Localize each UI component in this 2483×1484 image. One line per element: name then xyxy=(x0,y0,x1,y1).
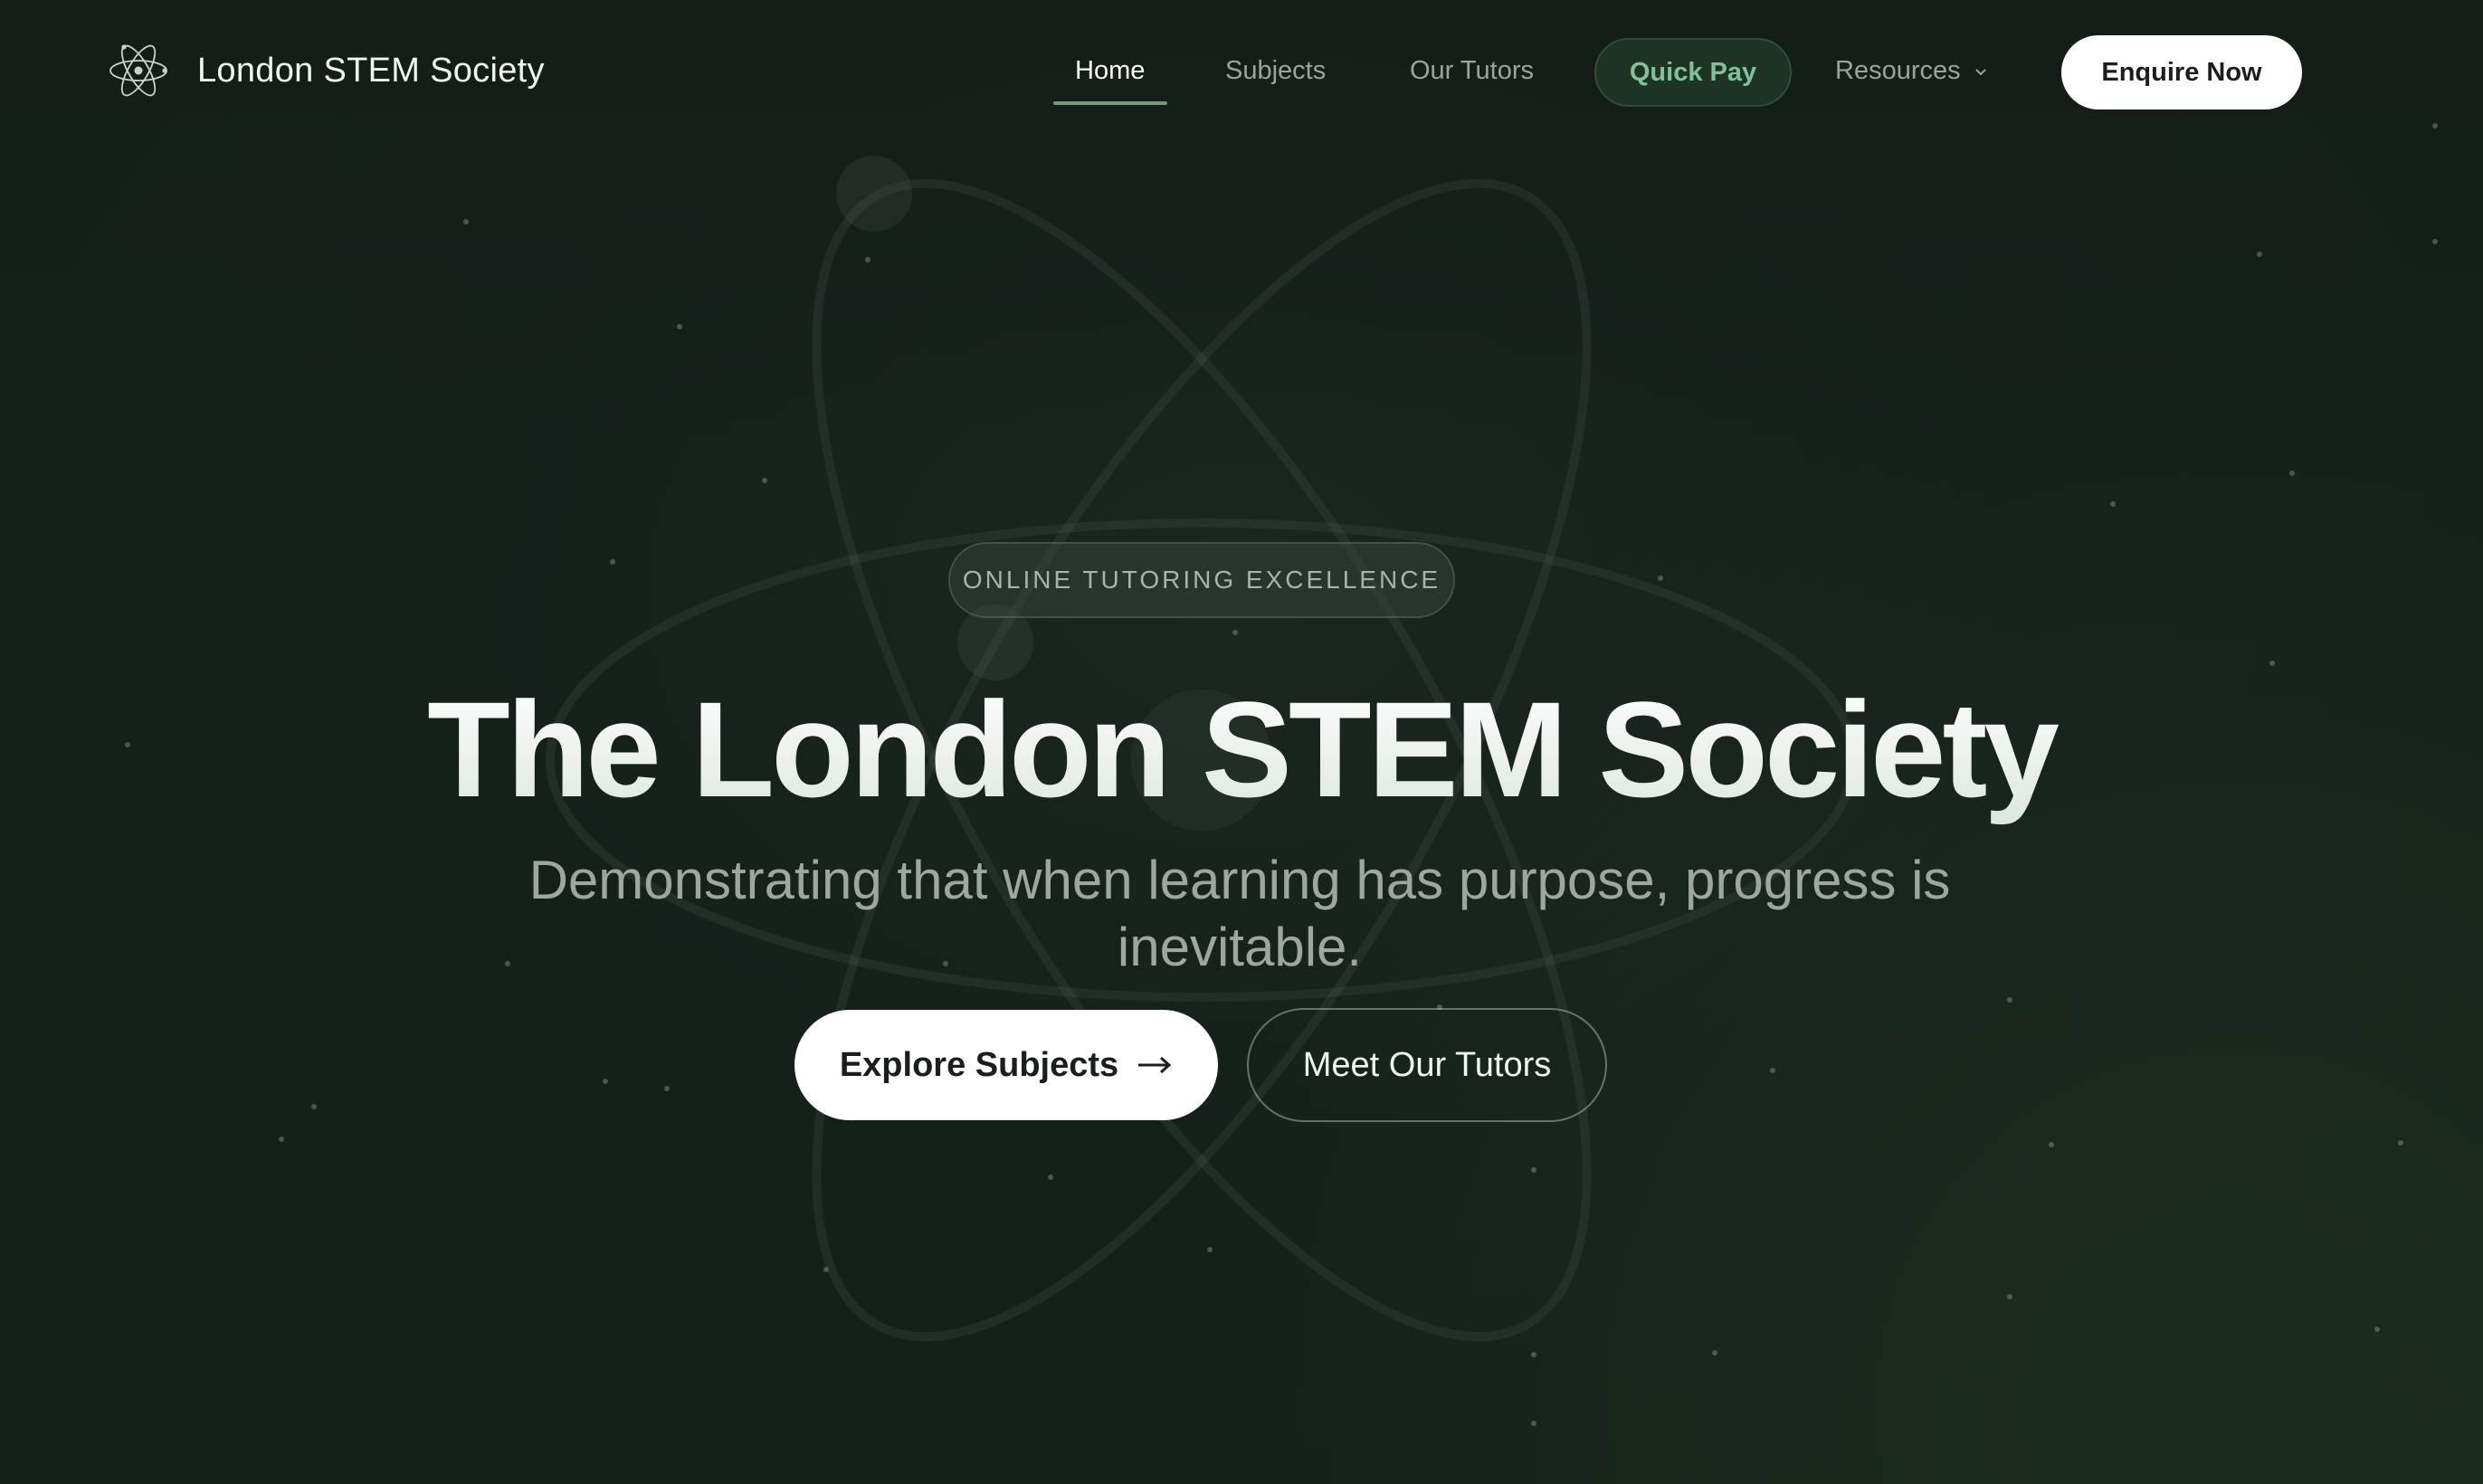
meet-our-tutors-label: Meet Our Tutors xyxy=(1302,1045,1552,1084)
quick-pay-button[interactable]: Quick Pay xyxy=(1594,38,1792,107)
meet-our-tutors-button[interactable]: Meet Our Tutors xyxy=(1247,1008,1607,1122)
arrow-right-icon xyxy=(1138,1056,1172,1074)
nav-subjects-link[interactable]: Subjects xyxy=(1225,56,1326,86)
explore-subjects-button[interactable]: Explore Subjects xyxy=(794,1010,1218,1120)
hero-title: The London STEM Society xyxy=(0,671,2483,828)
atom-icon xyxy=(109,44,167,97)
chevron-down-icon xyxy=(1974,68,1986,75)
resources-dropdown[interactable]: Resources xyxy=(1835,56,1990,86)
enquire-now-label: Enquire Now xyxy=(2101,57,2262,87)
explore-subjects-label: Explore Subjects xyxy=(839,1045,1119,1084)
hero-subtitle: Demonstrating that when learning has pur… xyxy=(528,850,1951,977)
enquire-now-button[interactable]: Enquire Now xyxy=(2061,35,2302,109)
brand-name: London STEM Society xyxy=(197,51,545,90)
nav-home-active-indicator xyxy=(1053,101,1167,105)
top-navigation: London STEM Society Home Subjects Our Tu… xyxy=(0,0,2483,145)
nav-tutors-link[interactable]: Our Tutors xyxy=(1410,56,1534,86)
hero-tagline: ONLINE TUTORING EXCELLENCE xyxy=(962,566,1441,594)
nav-home-link[interactable]: Home xyxy=(1075,56,1145,86)
hero-tagline-pill: ONLINE TUTORING EXCELLENCE xyxy=(948,542,1455,618)
quick-pay-label: Quick Pay xyxy=(1629,57,1757,87)
resources-label: Resources xyxy=(1835,56,1961,85)
brand[interactable]: London STEM Society xyxy=(107,42,545,100)
